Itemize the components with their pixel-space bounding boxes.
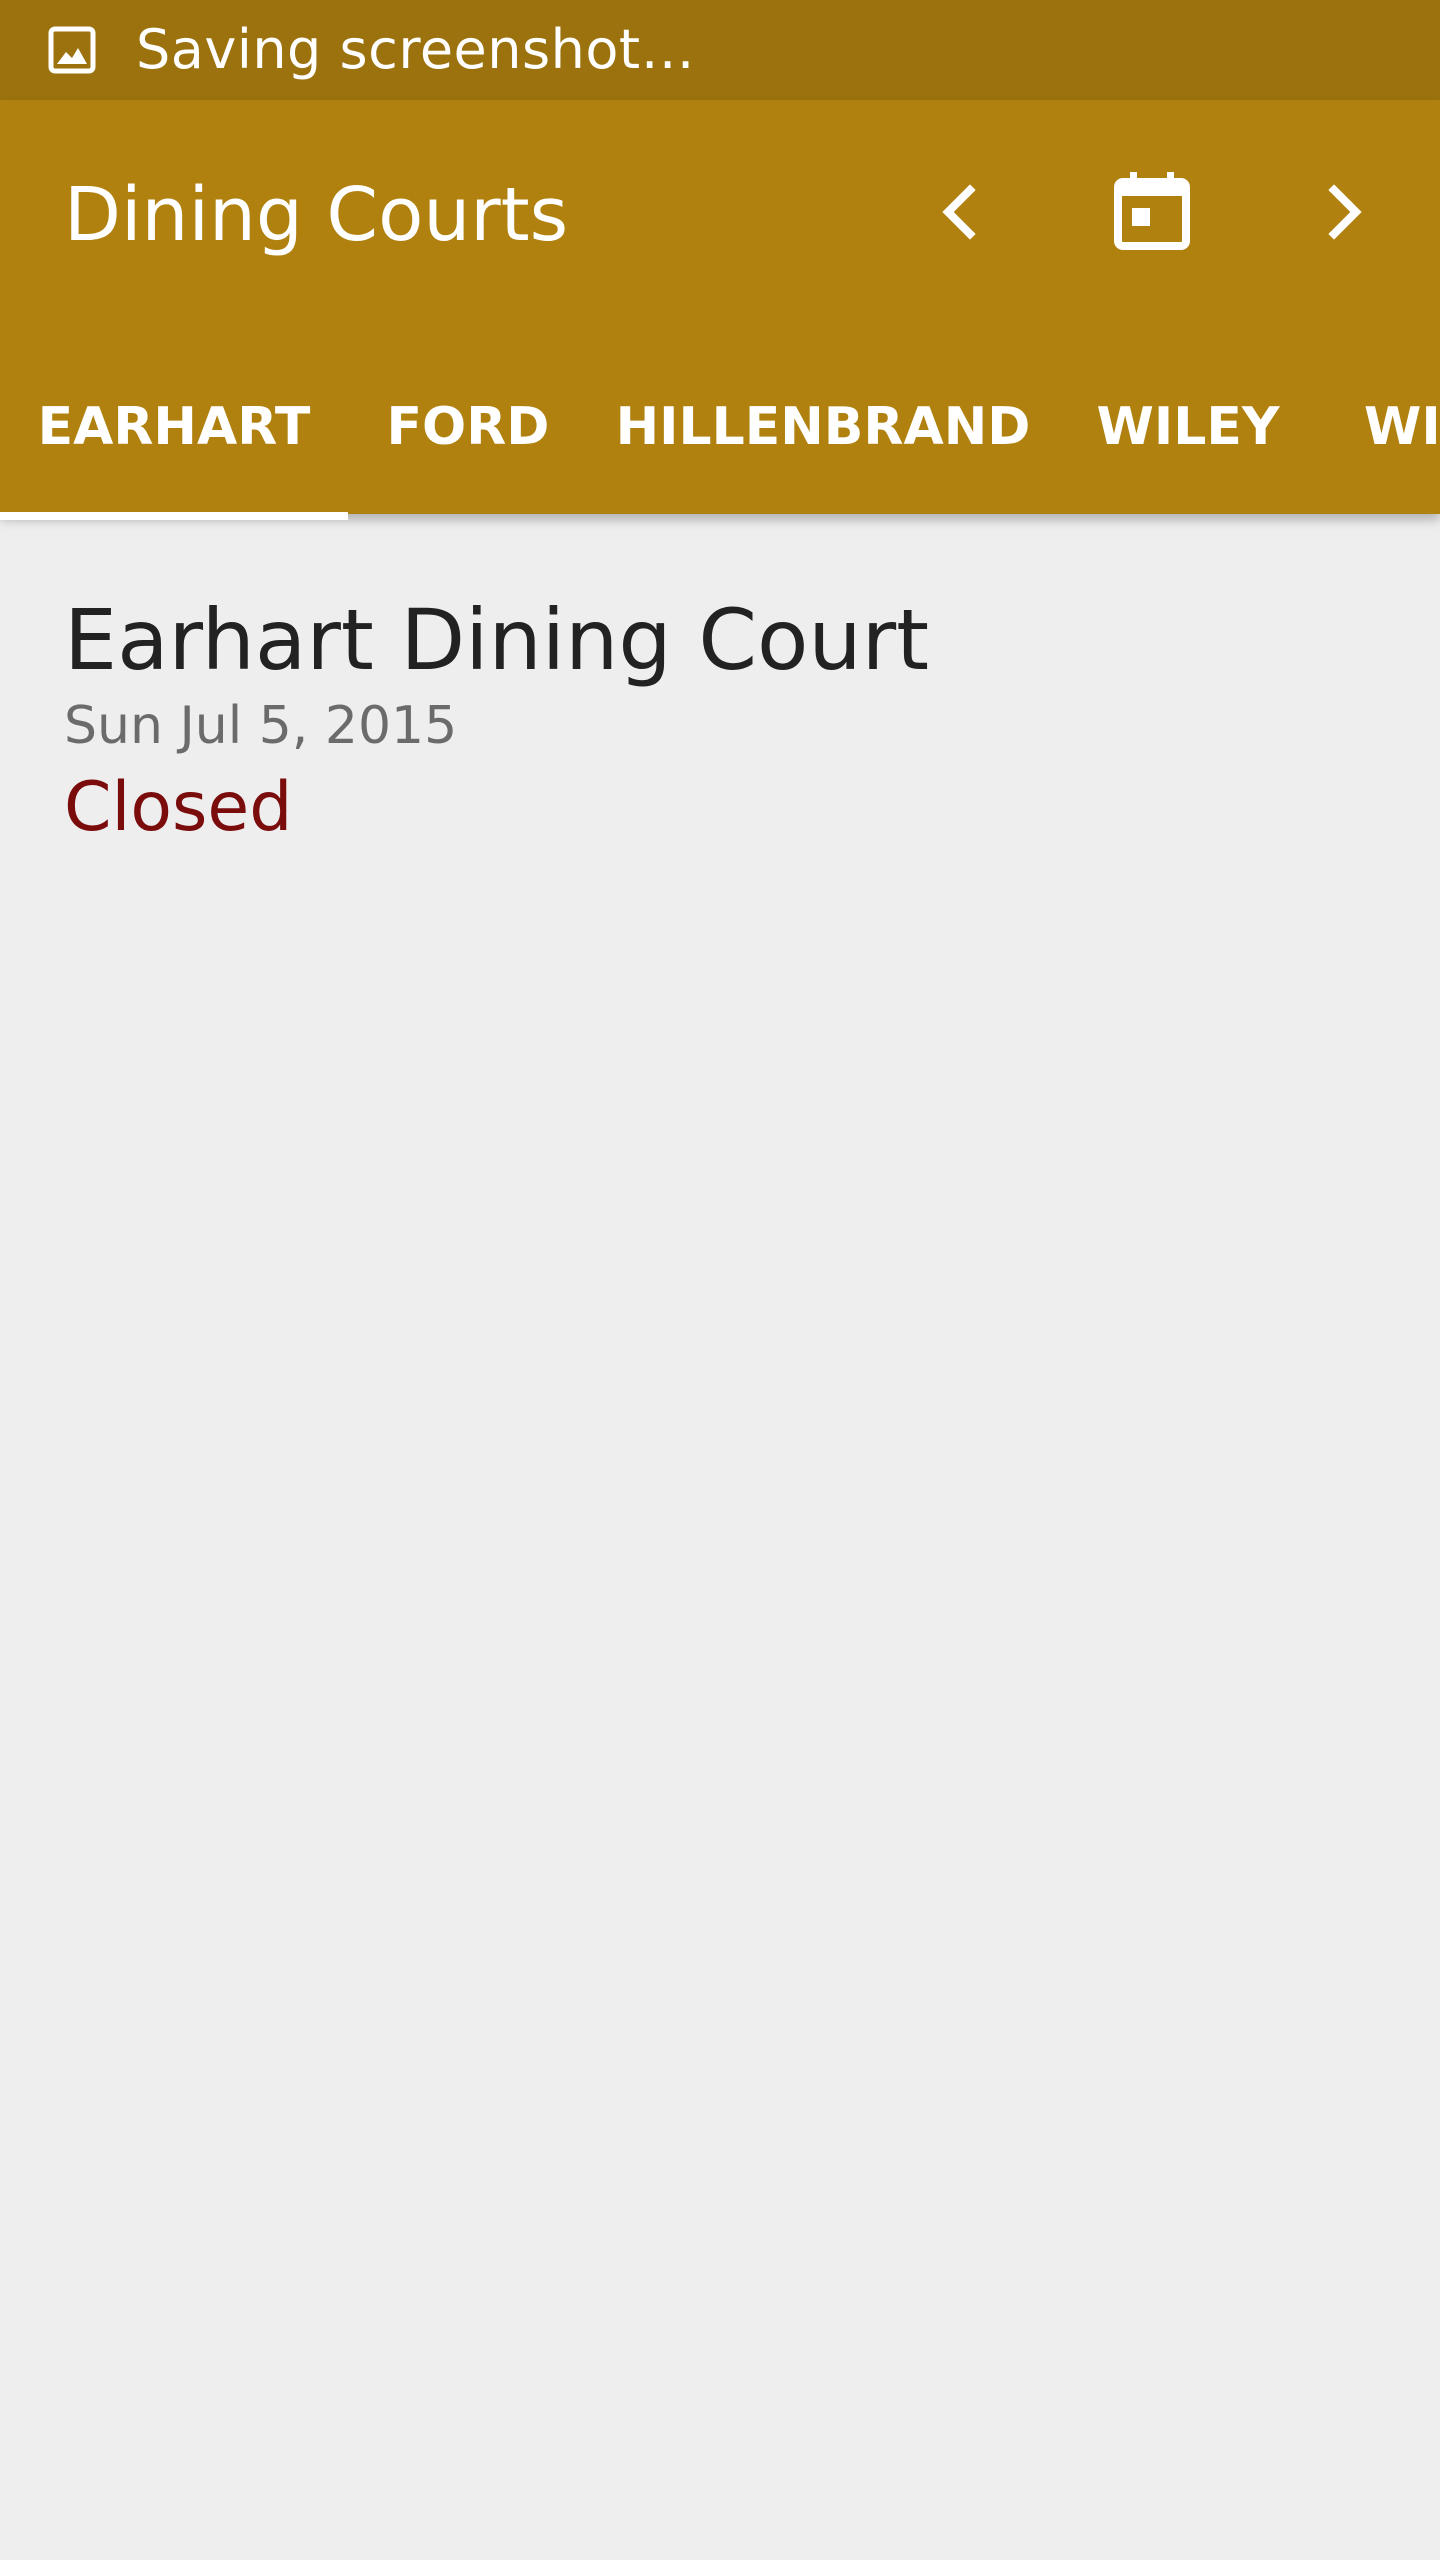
dining-court-status: Closed — [64, 768, 293, 847]
image-icon — [48, 26, 96, 74]
previous-day-button[interactable] — [900, 152, 1020, 272]
calendar-icon — [1114, 172, 1190, 250]
tab-ford[interactable]: FORD — [348, 340, 588, 514]
dining-court-info: Earhart Dining Court Sun Jul 5, 2015 Clo… — [64, 590, 929, 850]
chevron-left-icon — [942, 184, 976, 240]
calendar-button[interactable] — [1092, 152, 1212, 272]
dining-court-date: Sun Jul 5, 2015 — [64, 696, 458, 756]
app-bar: Dining Courts EARHART FORD HILLENBRAND W… — [0, 100, 1440, 520]
tab-wiley[interactable]: WILEY — [1058, 340, 1318, 514]
tab-hillenbrand[interactable]: HILLENBRAND — [588, 340, 1058, 514]
chevron-right-icon — [1328, 184, 1362, 240]
tab-partial[interactable]: WI — [1318, 340, 1440, 514]
tab-earhart[interactable]: EARHART — [0, 340, 348, 514]
app-title: Dining Courts — [64, 172, 569, 258]
selected-tab-indicator — [0, 512, 348, 520]
status-bar: Saving screenshot… — [0, 0, 1440, 100]
tab-bar: EARHART FORD HILLENBRAND WILEY WI — [0, 340, 1440, 514]
next-day-button[interactable] — [1284, 152, 1404, 272]
dining-court-name: Earhart Dining Court — [64, 591, 930, 689]
status-notification-text: Saving screenshot… — [136, 18, 696, 81]
